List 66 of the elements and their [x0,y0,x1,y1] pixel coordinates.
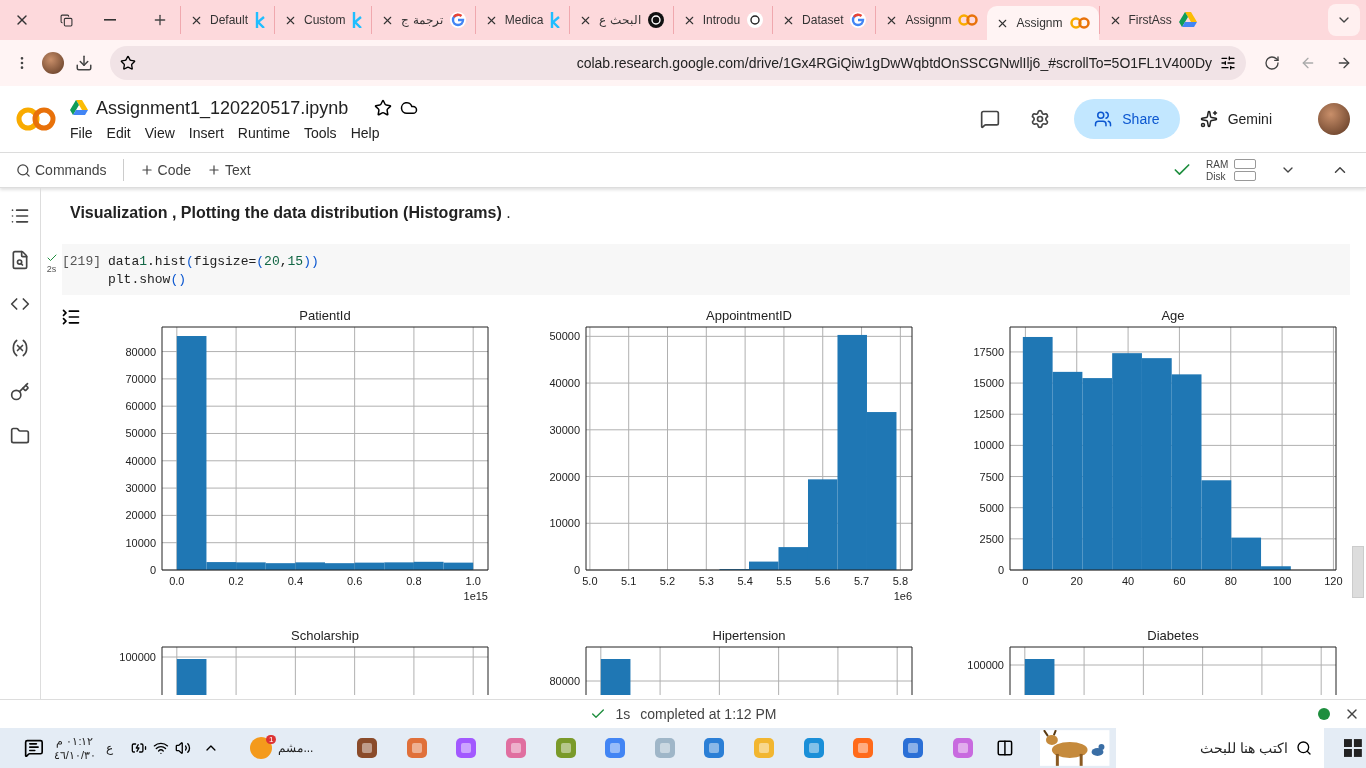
chart-title: PatientId [299,308,351,323]
tick-label: 10000 [549,517,580,530]
tick-label: 7500 [979,470,1004,483]
tick-label: 5.8 [892,575,908,587]
tick-label: 0.8 [406,575,422,587]
tick-label: 0 [149,564,156,576]
tick-label: 0 [997,564,1004,576]
tick-label: 40000 [125,454,156,467]
tick-label: 80 [1224,575,1237,587]
execution-time: 1s [615,706,631,722]
chart-title: Diabetes [1147,628,1199,643]
tick-label: 80000 [549,675,580,687]
tick-label: 12500 [973,408,1004,421]
chart-title: Scholarship [291,628,359,643]
status-message: completed at 1:12 PM [640,706,777,722]
tick-label: 120 [1324,575,1343,587]
text-cell-heading: Visualization , Plotting the data distribution (Histograms) . [70,204,512,222]
tick-label: 17500 [973,345,1004,358]
tick-label: 30000 [549,423,580,436]
tick-label: 30000 [125,482,156,495]
tick-label: 20 [1070,575,1083,587]
tick-label: 40000 [549,377,580,390]
tick-label: 50000 [549,330,580,343]
tick-label: 0.4 [287,575,303,587]
chart-title: Hipertension [712,628,786,643]
tick-label: 0 [573,564,580,576]
axis-offset-label: 1e15 [463,590,488,602]
tick-label: 2500 [979,532,1004,545]
tick-label: 5.1 [621,575,637,587]
tick-label: 20000 [549,470,580,483]
axis-offset-label: 1e6 [893,590,912,602]
tick-label: 10000 [973,439,1004,452]
chart-title: AppointmentID [706,308,792,323]
tick-label: 100000 [119,651,156,663]
notification-badge: 1 [265,735,277,744]
execution-count: [219] [62,254,102,271]
tick-label: 0.2 [228,575,244,587]
tick-label: 5.2 [659,575,676,587]
tick-label: 40 [1121,575,1135,587]
tick-label: 5.4 [737,575,753,587]
chart-title: Age [1161,308,1185,323]
tick-label: 5.3 [698,575,714,587]
tick-label: 5.6 [815,575,831,587]
execution-time: 2s [46,264,57,274]
disk-label: Disk [1206,170,1227,182]
tick-label: 0.6 [347,575,363,587]
tick-label: 50000 [125,427,156,440]
tick-label: 0.0 [169,575,185,587]
code-line: plt.show() [108,272,188,287]
tick-label: 100 [1272,575,1292,587]
tick-label: 0 [1022,575,1029,587]
tick-label: 70000 [125,372,156,385]
tick-label: 1.0 [465,575,481,587]
tick-label: 60000 [125,400,156,413]
tick-label: 5.0 [582,575,598,587]
tick-label: 5.7 [853,575,870,587]
ram-label: RAM [1206,158,1230,170]
tick-label: 5.5 [776,575,792,587]
tick-label: 80000 [125,345,156,358]
tick-label: 15000 [973,377,1004,390]
tick-label: 20000 [125,509,156,522]
tick-label: 100000 [967,659,1004,671]
tick-label: 10000 [125,536,156,549]
tick-label: 60 [1173,575,1186,587]
tick-label: 5000 [979,501,1004,514]
code-line: data1.hist(figsize=(20,15)) [108,254,319,269]
